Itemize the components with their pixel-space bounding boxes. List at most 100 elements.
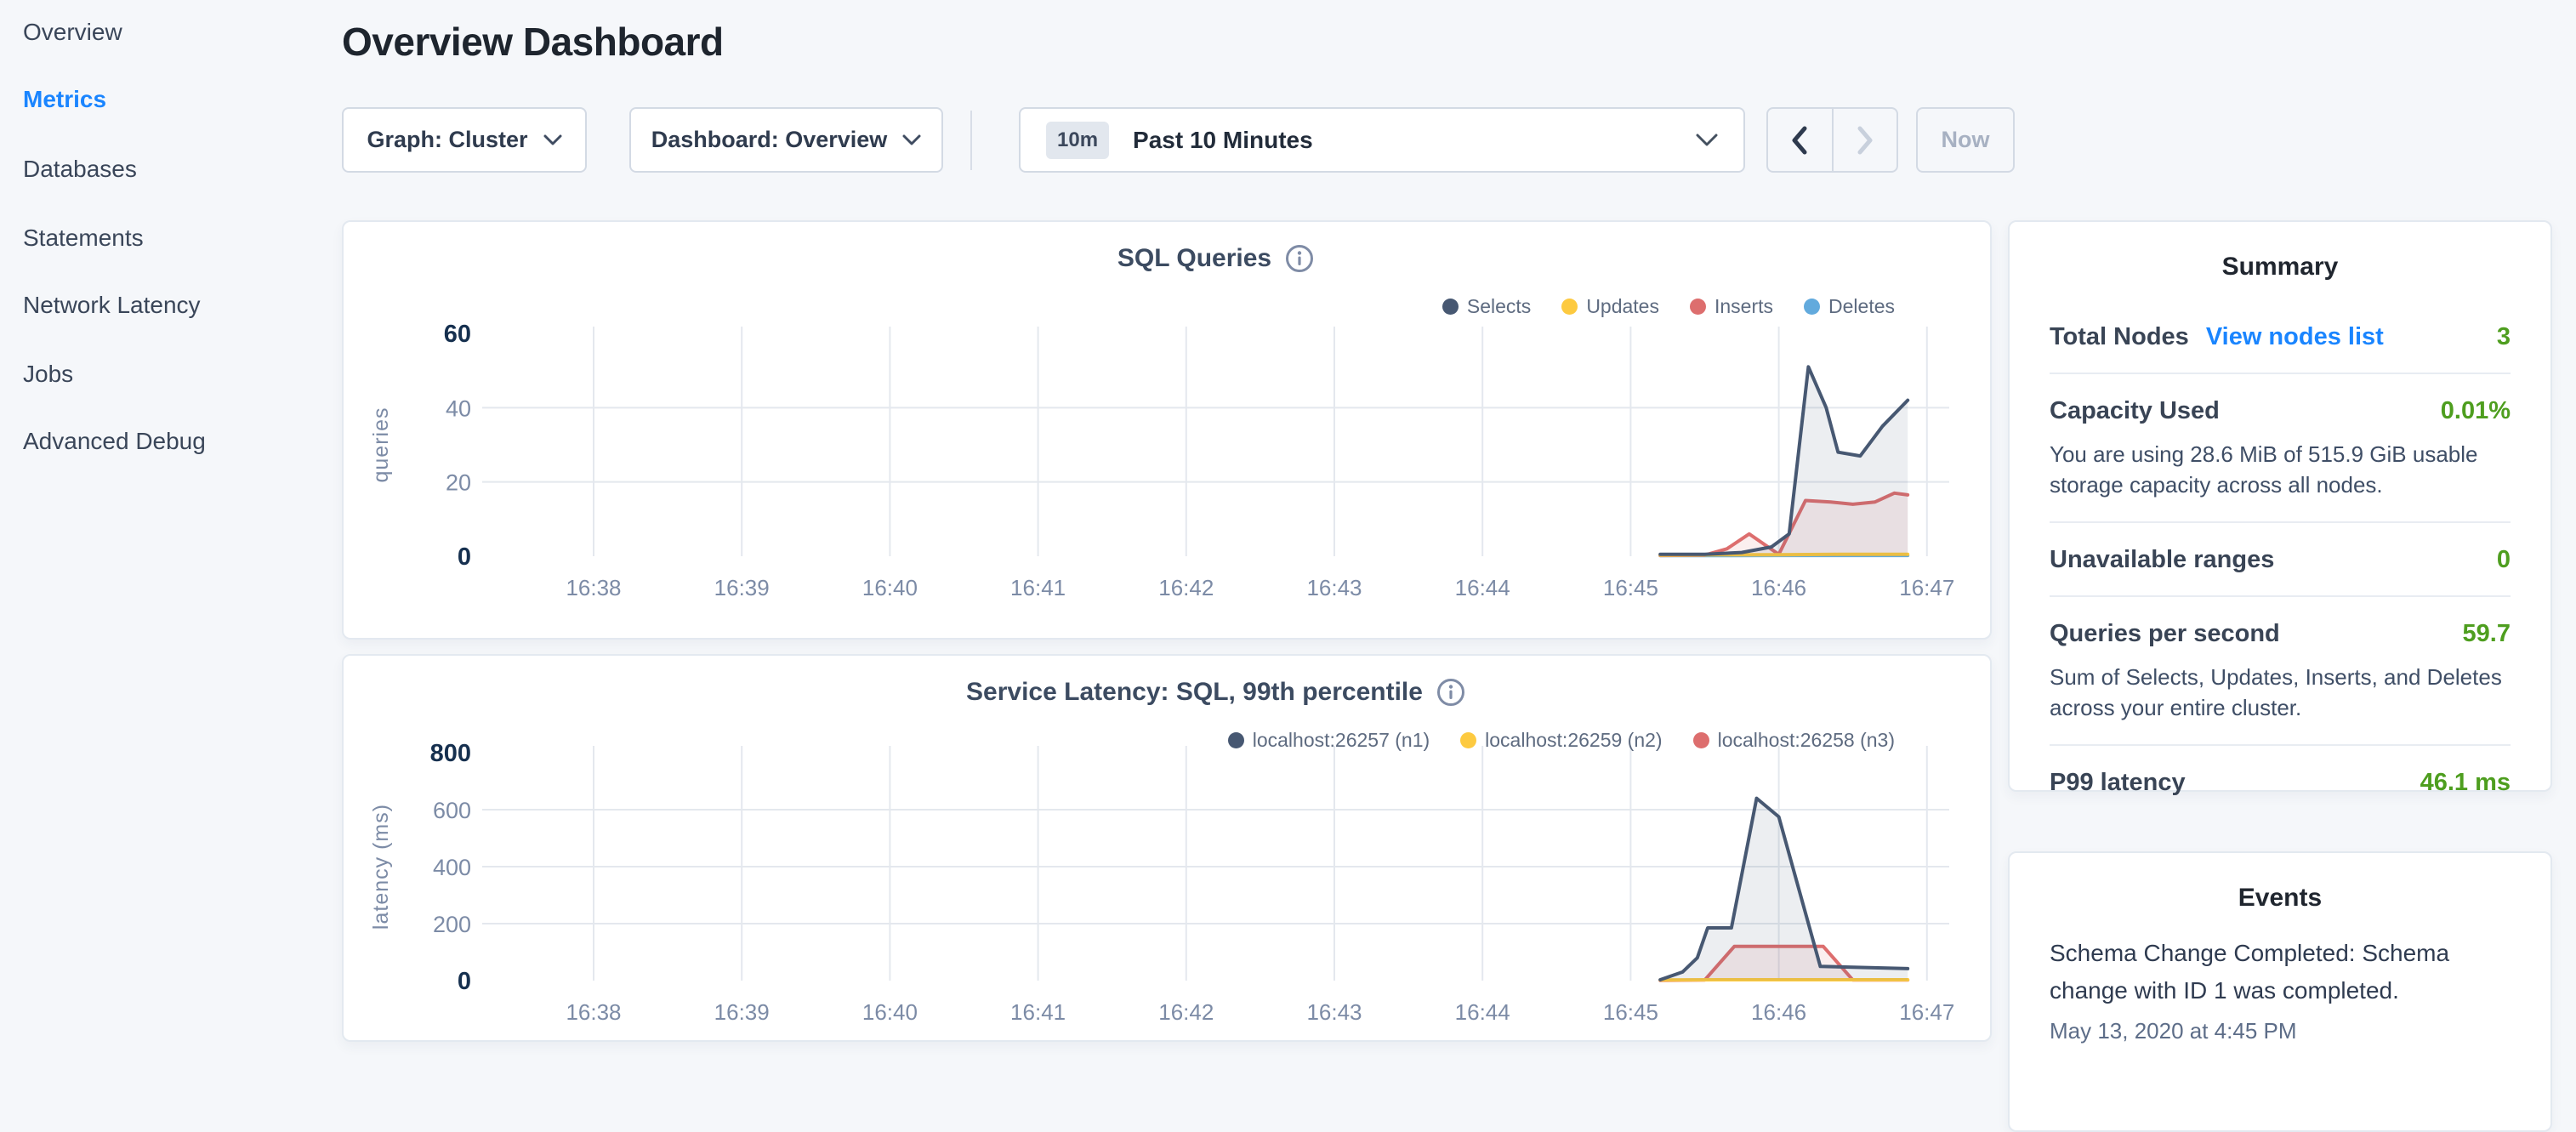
stat-label: Unavailable ranges [2050, 546, 2274, 574]
legend-dot-icon [1442, 299, 1459, 315]
sidebar-item-overview[interactable]: Overview [23, 17, 122, 48]
now-button[interactable]: Now [1916, 107, 2015, 173]
event-message: Schema Change Completed: Schema change w… [2050, 935, 2511, 1010]
stat-label: P99 latency [2050, 769, 2186, 797]
svg-text:16:38: 16:38 [566, 999, 621, 1025]
stat-subtext: You are using 28.6 MiB of 515.9 GiB usab… [2050, 439, 2511, 500]
chevron-down-icon [902, 134, 921, 146]
chevron-down-icon [543, 134, 562, 146]
controls-divider [970, 111, 972, 170]
time-step-buttons [1766, 107, 1898, 173]
summary-panel: Summary Total Nodes View nodes list 3 Ca… [2008, 220, 2552, 792]
svg-text:16:44: 16:44 [1455, 575, 1510, 600]
svg-text:16:45: 16:45 [1603, 999, 1658, 1025]
legend-dot-icon [1804, 299, 1820, 315]
sidebar-item-databases[interactable]: Databases [23, 154, 137, 185]
svg-text:16:44: 16:44 [1455, 999, 1510, 1025]
stat-value: 0.01% [2441, 397, 2511, 425]
dashboard-dropdown-label: Dashboard: Overview [651, 127, 888, 153]
chevron-left-icon [1791, 126, 1808, 155]
stat-label: Capacity Used [2050, 397, 2220, 425]
chart-legend: localhost:26257 (n1) localhost:26259 (n2)… [1228, 729, 1895, 752]
sidebar-item-statements[interactable]: Statements [23, 223, 144, 253]
legend-item: Selects [1442, 295, 1531, 318]
graph-dropdown-label: Graph: Cluster [367, 127, 527, 153]
next-time-button[interactable] [1832, 109, 1897, 171]
svg-text:16:39: 16:39 [714, 575, 770, 600]
time-range-badge: 10m [1046, 122, 1109, 159]
legend-dot-icon [1561, 299, 1578, 315]
legend-item: localhost:26259 (n2) [1460, 729, 1662, 752]
chevron-right-icon [1857, 126, 1874, 155]
legend-label: localhost:26259 (n2) [1485, 729, 1662, 752]
svg-text:16:40: 16:40 [862, 575, 918, 600]
svg-text:latency (ms): latency (ms) [369, 804, 393, 930]
svg-text:16:47: 16:47 [1899, 999, 1954, 1025]
time-range-selector[interactable]: 10m Past 10 Minutes [1019, 107, 1745, 173]
sidebar-item-metrics[interactable]: Metrics [23, 84, 106, 115]
summary-row-capacity-used: Capacity Used 0.01% You are using 28.6 M… [2050, 373, 2511, 521]
svg-text:0: 0 [458, 968, 471, 995]
svg-text:16:46: 16:46 [1751, 575, 1806, 600]
events-panel: Events Schema Change Completed: Schema c… [2008, 851, 2552, 1132]
legend-dot-icon [1460, 732, 1476, 748]
legend-dot-icon [1690, 299, 1706, 315]
legend-dot-icon [1228, 732, 1244, 748]
svg-text:16:40: 16:40 [862, 999, 918, 1025]
stat-value: 0 [2497, 546, 2511, 574]
legend-item: Deletes [1804, 295, 1895, 318]
view-nodes-list-link[interactable]: View nodes list [2206, 323, 2384, 351]
stat-value: 3 [2497, 323, 2511, 351]
svg-text:queries: queries [369, 407, 393, 483]
sidebar-item-network-latency[interactable]: Network Latency [23, 290, 201, 321]
stat-value: 59.7 [2463, 620, 2511, 648]
info-icon[interactable] [1285, 244, 1314, 273]
summary-row-total-nodes: Total Nodes View nodes list 3 [2050, 300, 2511, 373]
stat-subtext: Sum of Selects, Updates, Inserts, and De… [2050, 662, 2511, 723]
dashboard-dropdown[interactable]: Dashboard: Overview [629, 107, 943, 173]
svg-text:16:43: 16:43 [1306, 575, 1362, 600]
summary-row-unavailable-ranges: Unavailable ranges 0 [2050, 521, 2511, 595]
summary-row-p99-latency: P99 latency 46.1 ms [2050, 744, 2511, 818]
graph-dropdown[interactable]: Graph: Cluster [342, 107, 587, 173]
svg-text:16:39: 16:39 [714, 999, 770, 1025]
svg-text:16:42: 16:42 [1158, 575, 1214, 600]
events-heading: Events [2010, 884, 2550, 913]
summary-heading: Summary [2010, 253, 2550, 282]
chevron-down-icon [1696, 134, 1718, 147]
svg-text:16:38: 16:38 [566, 575, 621, 600]
svg-text:16:43: 16:43 [1306, 999, 1362, 1025]
summary-row-queries-per-second: Queries per second 59.7 Sum of Selects, … [2050, 595, 2511, 744]
legend-label: Inserts [1714, 295, 1773, 318]
stat-label: Queries per second [2050, 620, 2280, 648]
svg-text:40: 40 [446, 395, 471, 421]
legend-dot-icon [1693, 732, 1709, 748]
svg-text:16:41: 16:41 [1010, 575, 1066, 600]
chart-legend: Selects Updates Inserts Deletes [1442, 295, 1895, 318]
info-icon[interactable] [1436, 678, 1465, 707]
sql-queries-chart-card: SQL Queries Selects Updates Inserts Deletes… [342, 220, 1992, 640]
legend-label: localhost:26258 (n3) [1718, 729, 1895, 752]
svg-text:16:47: 16:47 [1899, 575, 1954, 600]
event-item[interactable]: Schema Change Completed: Schema change w… [2050, 935, 2511, 1044]
chart-title: Service Latency: SQL, 99th percentile [966, 678, 1423, 707]
svg-text:16:45: 16:45 [1603, 575, 1658, 600]
svg-text:60: 60 [444, 321, 471, 348]
stat-value: 46.1 ms [2420, 769, 2511, 797]
chart-title: SQL Queries [1117, 244, 1271, 273]
svg-text:16:41: 16:41 [1010, 999, 1066, 1025]
prev-time-button[interactable] [1768, 109, 1832, 171]
legend-item: Inserts [1690, 295, 1773, 318]
sidebar-item-advanced-debug[interactable]: Advanced Debug [23, 426, 206, 457]
time-range-label: Past 10 Minutes [1133, 127, 1696, 154]
legend-label: Updates [1586, 295, 1659, 318]
chart-plot[interactable]: 020040060080016:3816:3916:4016:4116:4216… [344, 656, 1990, 1040]
sidebar-item-jobs[interactable]: Jobs [23, 359, 73, 390]
legend-item: localhost:26257 (n1) [1228, 729, 1430, 752]
chart-plot[interactable]: 020406016:3816:3916:4016:4116:4216:4316:… [344, 222, 1990, 638]
legend-label: Selects [1467, 295, 1531, 318]
svg-text:0: 0 [458, 543, 471, 571]
svg-text:600: 600 [433, 798, 471, 823]
svg-text:16:42: 16:42 [1158, 999, 1214, 1025]
legend-label: localhost:26257 (n1) [1253, 729, 1430, 752]
